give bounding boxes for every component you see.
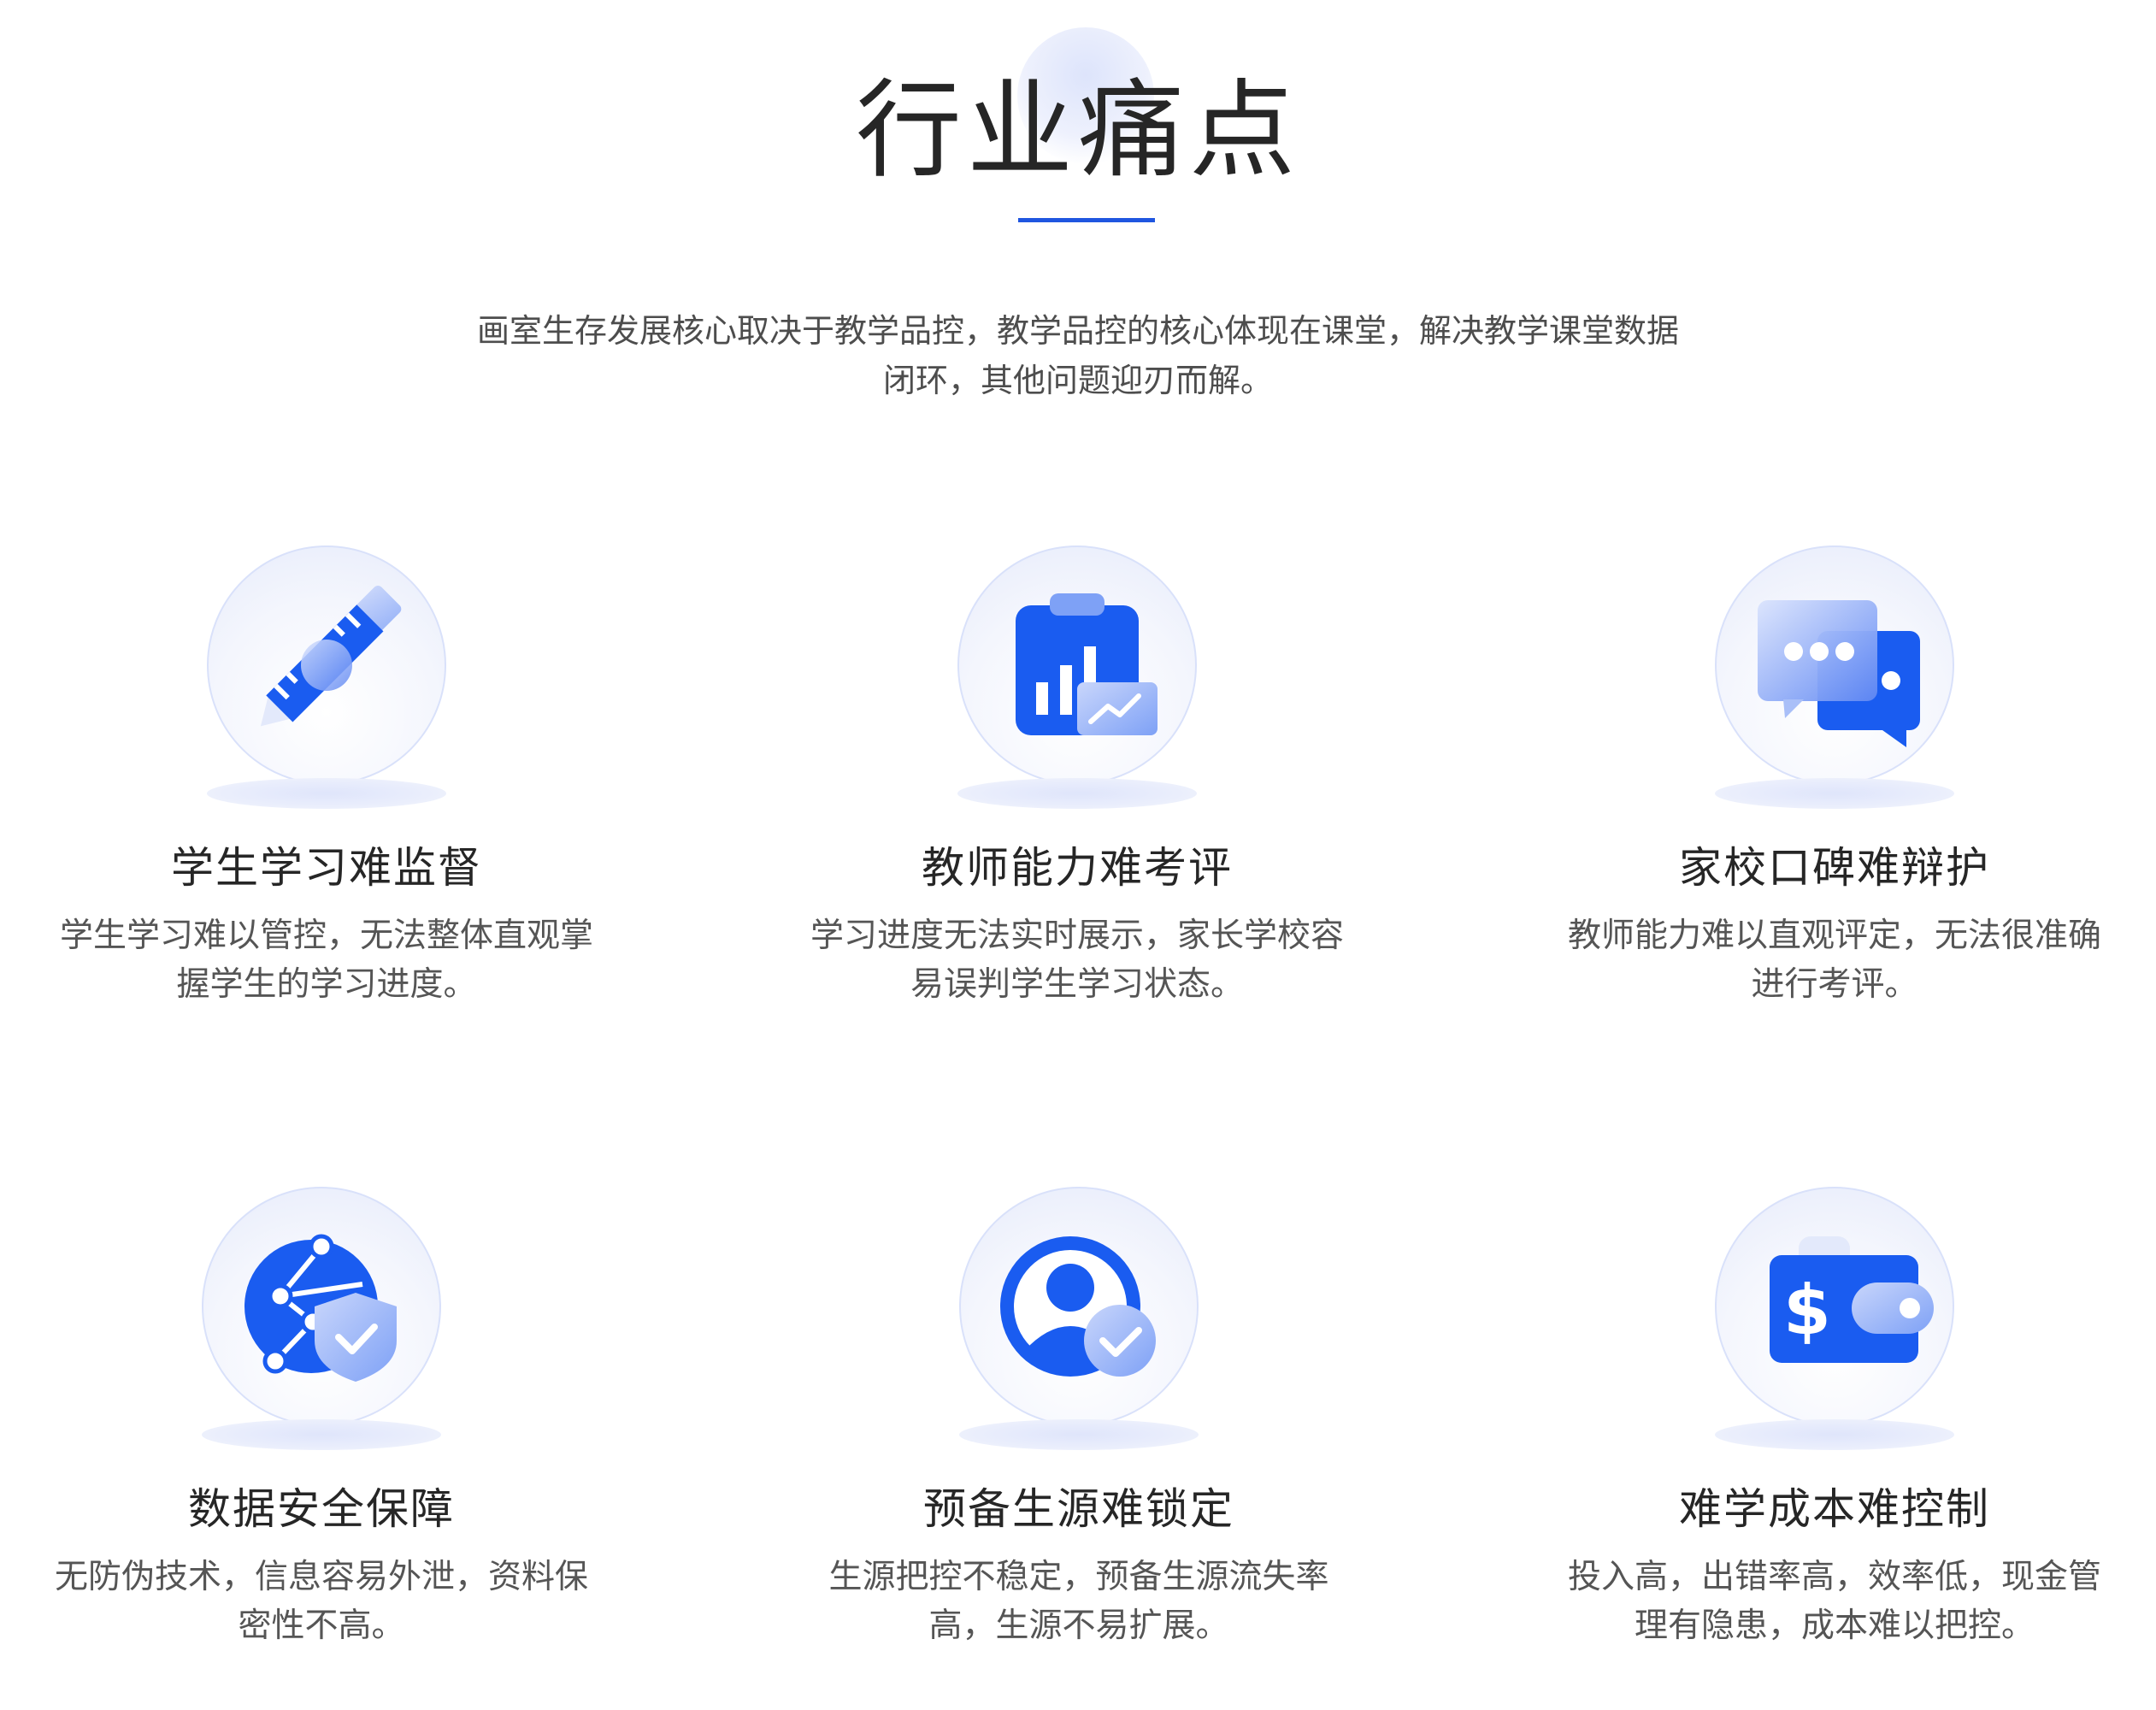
card-title: 预备生源难锁定 [923,1484,1234,1534]
icon-shadow [207,778,446,809]
globe-shield-icon [244,1234,397,1382]
card-description: 学生学习难以管控，无法整体直观掌 握学生的学习进度。 [44,911,609,1009]
card-description: 无防伪技术，信息容易外泄，资料保 密性不高。 [39,1553,604,1650]
icon-shadow [1715,778,1954,809]
icon-shadow [959,1419,1199,1450]
card-title: 学生学习难监督 [171,843,482,893]
card-description-line: 生源把控不稳定，预备生源流失率 [828,1558,1329,1596]
card-description-line: 学生学习难以管控，无法整体直观掌 [59,917,593,955]
card-title: 家校口碑难辩护 [1679,843,1990,893]
intro-text: 画室生存发展核心取决于教学品控，教学品控的核心体现在课堂，解决教学课堂数据 闭环… [0,306,2156,405]
intro-line-2: 闭环，其他问题迎刃而解。 [882,362,1273,399]
card-description-line: 密性不高。 [238,1607,405,1645]
card-description: 学习进度无法实时展示，家长学校容 易误判学生学习状态。 [795,911,1359,1009]
card-title: 数据安全保障 [188,1484,455,1534]
pencil-ruler-icon [260,586,402,727]
card-description-line: 教师能力难以直观评定，无法很准确 [1567,917,2101,955]
icon-shadow [1715,1419,1954,1450]
card-description-line: 学习进度无法实时展示，家长学校容 [810,917,1344,955]
card-description: 投入高，出错率高，效率低，现金管 理有隐患，成本难以把控。 [1552,1553,2117,1650]
icon-shadow [957,778,1197,809]
card-description-line: 投入高，出错率高，效率低，现金管 [1567,1558,2101,1596]
card-title: 教师能力难考评 [922,843,1233,893]
card-description: 教师能力难以直观评定，无法很准确 进行考评。 [1552,911,2117,1009]
card-description-line: 高，生源不易扩展。 [928,1607,1229,1645]
card-title: 难学成本难控制 [1679,1484,1990,1534]
title-underline [1018,218,1155,222]
card-description-line: 进行考评。 [1751,965,1918,1004]
card-description-line: 握学生的学习进度。 [176,965,477,1004]
card-description-line: 无防伪技术，信息容易外泄，资料保 [54,1558,588,1596]
wallet-dollar-icon: $ [1770,1236,1934,1363]
intro-line-1: 画室生存发展核心取决于教学品控，教学品控的核心体现在课堂，解决教学课堂数据 [476,312,1679,350]
card-description: 生源把控不稳定，预备生源流失率 高，生源不易扩展。 [797,1553,1361,1650]
chat-bubbles-icon [1758,600,1920,747]
page-title: 行业痛点 [855,69,1300,192]
icon-shadow [202,1419,441,1450]
clipboard-chart-icon [1016,593,1158,735]
card-description-line: 易误判学生学习状态。 [910,965,1244,1004]
svg-text:$: $ [1783,1271,1831,1350]
card-description-line: 理有隐患，成本难以把控。 [1634,1607,2035,1645]
user-check-icon [1000,1236,1156,1377]
